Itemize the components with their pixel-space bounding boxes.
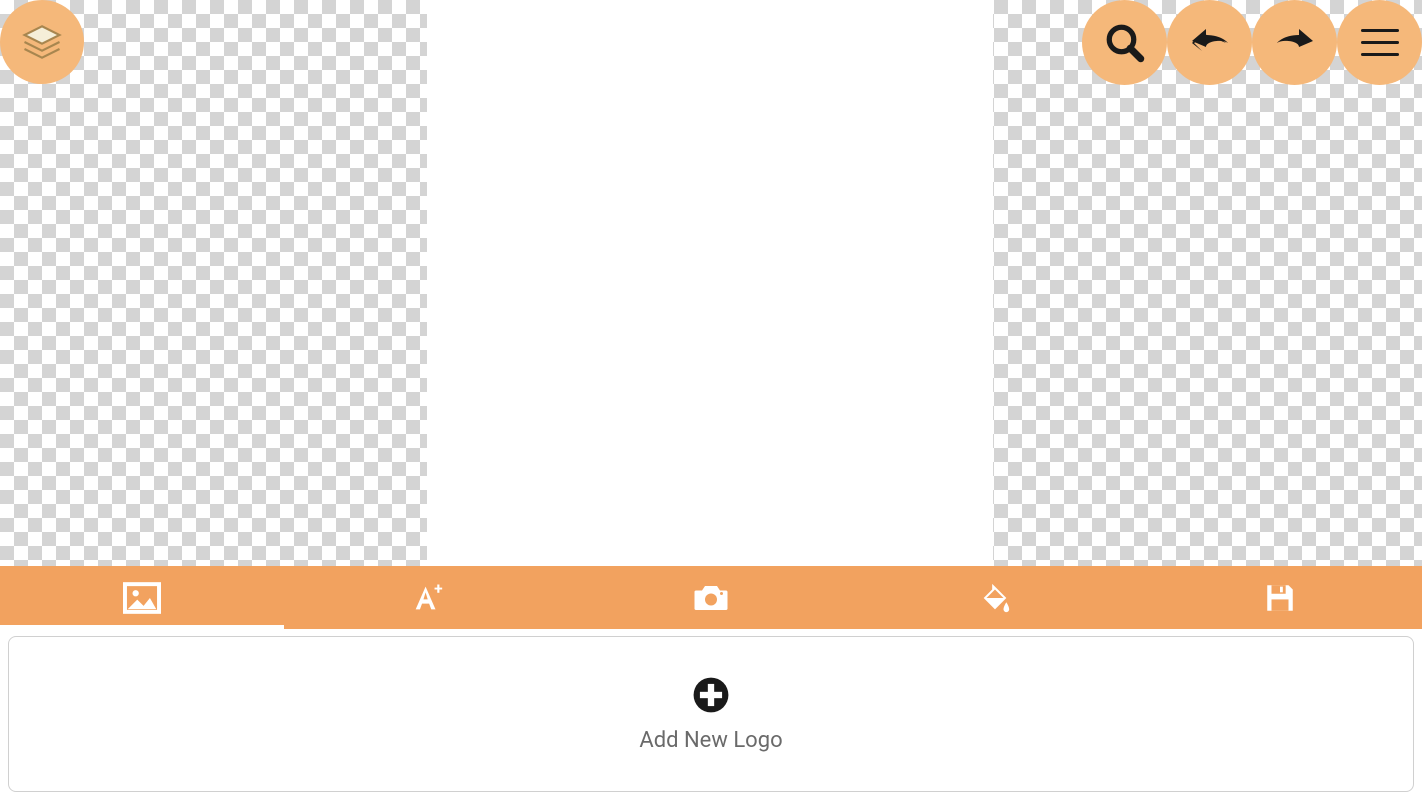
toolbar-save-button[interactable]: [1138, 566, 1422, 629]
redo-button[interactable]: [1252, 0, 1337, 85]
plus-circle-icon: [692, 676, 730, 714]
toolbar-camera-button[interactable]: [569, 566, 853, 629]
canvas-artboard[interactable]: [427, 0, 993, 566]
zoom-button[interactable]: [1082, 0, 1167, 85]
menu-button[interactable]: [1337, 0, 1422, 85]
text-icon: +: [410, 581, 444, 615]
layers-button[interactable]: [0, 0, 84, 84]
fill-icon: [978, 581, 1012, 615]
toolbar-image-button[interactable]: [0, 566, 284, 629]
save-icon: [1263, 581, 1297, 615]
image-icon: [123, 581, 161, 615]
add-logo-label: Add New Logo: [639, 728, 782, 753]
zoom-icon: [1104, 22, 1146, 64]
bottom-toolbar: +: [0, 566, 1422, 629]
redo-icon: [1271, 19, 1319, 67]
svg-text:+: +: [434, 581, 443, 598]
toolbar-text-button[interactable]: +: [284, 566, 568, 629]
undo-button[interactable]: [1167, 0, 1252, 85]
undo-icon: [1186, 19, 1234, 67]
menu-icon: [1361, 29, 1399, 56]
toolbar-fill-button[interactable]: [853, 566, 1137, 629]
layers-icon: [21, 21, 63, 63]
top-right-controls: [1082, 0, 1422, 85]
add-logo-button[interactable]: Add New Logo: [8, 636, 1414, 792]
camera-icon: [693, 583, 729, 613]
